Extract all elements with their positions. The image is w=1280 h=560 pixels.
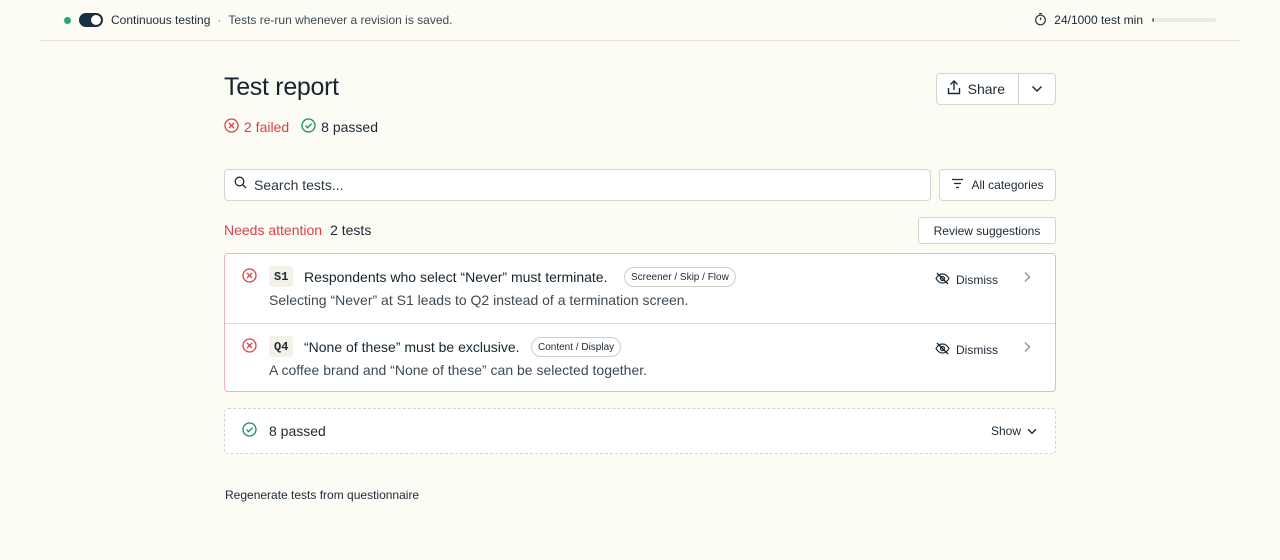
eye-off-icon [935, 272, 950, 288]
failed-tests-list: S1 Respondents who select “Never” must t… [224, 253, 1056, 392]
category-tag: Screener / Skip / Flow [624, 267, 736, 287]
regenerate-tests-link[interactable]: Regenerate tests from questionnaire [225, 488, 419, 502]
search-icon [234, 176, 247, 194]
separator: · [217, 13, 222, 27]
show-label: Show [990, 424, 1021, 438]
failed-test-row[interactable]: Q4 “None of these” must be exclusive. Co… [225, 323, 1055, 392]
usage-progress-fill [1152, 18, 1154, 22]
dismiss-label: Dismiss [956, 343, 998, 357]
review-suggestions-button[interactable]: Review suggestions [918, 217, 1056, 244]
share-button[interactable]: Share [937, 74, 1019, 104]
filter-icon [951, 178, 964, 192]
category-filter-button[interactable]: All categories [939, 169, 1056, 201]
continuous-testing-toggle[interactable] [79, 13, 103, 27]
category-filter-label: All categories [971, 178, 1044, 192]
stopwatch-icon [1034, 12, 1047, 29]
question-id-badge: Q4 [269, 336, 294, 357]
dismiss-button[interactable]: Dismiss [935, 342, 998, 358]
x-circle-icon [224, 118, 239, 136]
needs-attention-header: Needs attention 2 tests [224, 222, 371, 238]
needs-attention-count: 2 tests [330, 222, 372, 238]
passed-count: 8 passed [321, 119, 378, 135]
chevron-right-icon[interactable] [1023, 270, 1031, 288]
passed-summary: 8 passed [301, 118, 378, 136]
check-circle-icon [301, 118, 316, 136]
category-tag: Content / Display [531, 337, 622, 357]
chevron-down-icon [1031, 80, 1043, 98]
test-title: “None of these” must be exclusive. [304, 339, 520, 355]
status-dot-icon [64, 16, 71, 24]
search-field[interactable] [224, 169, 931, 201]
share-options-button[interactable] [1019, 74, 1055, 104]
usage-meter: 24/1000 test min [1034, 12, 1216, 29]
page-title: Test report [224, 73, 339, 101]
test-description: A coffee brand and “None of these” can b… [269, 362, 648, 378]
result-summary: 2 failed 8 passed [224, 118, 390, 136]
share-label: Share [967, 81, 1005, 97]
failed-summary: 2 failed [224, 118, 289, 136]
show-passed-button[interactable]: Show [991, 424, 1037, 438]
test-description: Selecting “Never” at S1 leads to Q2 inst… [269, 292, 689, 308]
usage-text: 24/1000 test min [1054, 13, 1143, 27]
check-circle-icon [242, 422, 257, 440]
passed-section-label: 8 passed [269, 423, 326, 439]
chevron-down-icon [1027, 424, 1037, 438]
question-id-badge: S1 [269, 266, 294, 287]
eye-off-icon [935, 342, 950, 358]
failed-test-row[interactable]: S1 Respondents who select “Never” must t… [225, 254, 1055, 323]
test-title: Respondents who select “Never” must term… [304, 269, 608, 285]
failed-count: 2 failed [244, 119, 290, 135]
usage-progress-bar [1152, 18, 1216, 22]
search-input[interactable] [254, 177, 894, 193]
toggle-knob [91, 15, 101, 25]
x-circle-icon [242, 338, 257, 358]
needs-attention-label: Needs attention [224, 222, 323, 238]
upload-icon [947, 80, 961, 98]
passed-tests-section: 8 passed Show [224, 408, 1056, 454]
chevron-right-icon[interactable] [1023, 340, 1031, 358]
continuous-testing-description: Tests re-run whenever a revision is save… [228, 13, 453, 27]
dismiss-button[interactable]: Dismiss [935, 272, 998, 288]
dismiss-label: Dismiss [956, 273, 998, 287]
continuous-testing-bar: Continuous testing · Tests re-run whenev… [40, 0, 1240, 41]
x-circle-icon [242, 268, 257, 288]
share-button-group: Share [935, 73, 1056, 105]
continuous-testing-title: Continuous testing [111, 13, 211, 27]
